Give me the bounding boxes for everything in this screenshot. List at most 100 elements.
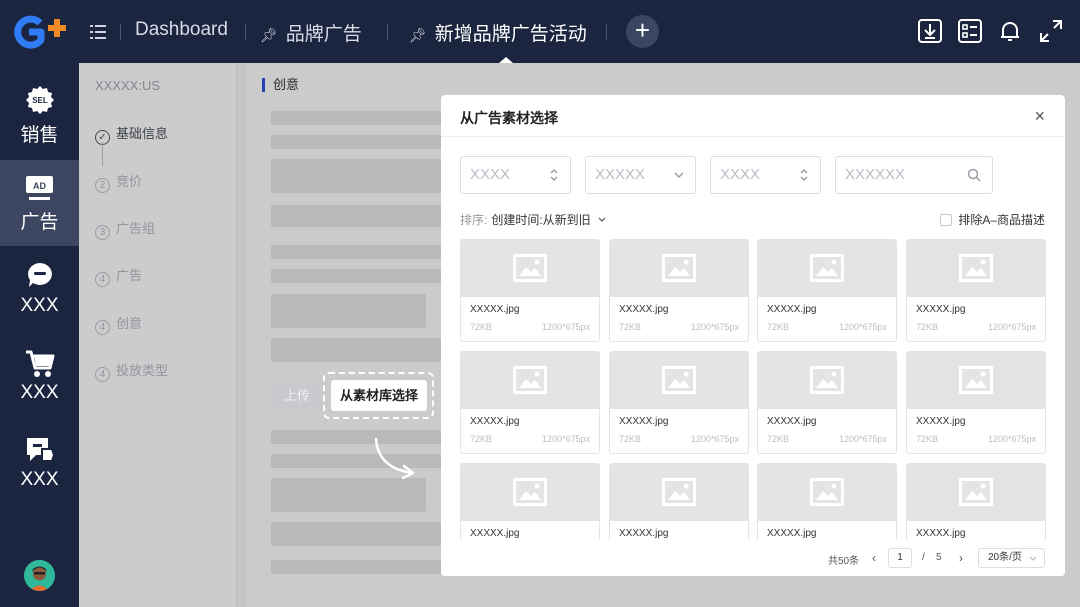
- sidebar-item-xxx-1[interactable]: XXX: [0, 247, 79, 333]
- asset-filename: XXXXX.jpg: [470, 304, 520, 315]
- filter-select-1[interactable]: XXXX: [460, 156, 571, 194]
- download-icon[interactable]: [917, 18, 943, 44]
- asset-dimensions: 1200*675px: [690, 322, 739, 332]
- exclude-label: 排除A–商品描述: [958, 213, 1045, 227]
- image-thumbnail: [758, 240, 896, 297]
- prev-page-button[interactable]: ‹: [872, 551, 876, 565]
- pick-from-library-button[interactable]: 从素材库选择: [331, 380, 427, 411]
- image-placeholder-icon: [959, 478, 993, 506]
- filter-select-2[interactable]: XXXXX: [585, 156, 696, 194]
- sidebar-item-ads[interactable]: AD 广告: [0, 160, 79, 246]
- tab-divider: [606, 24, 607, 40]
- next-page-button[interactable]: ›: [959, 551, 963, 565]
- avatar[interactable]: [24, 560, 55, 591]
- asset-dimensions: 1200*675px: [838, 434, 887, 444]
- image-thumbnail: [907, 464, 1045, 521]
- image-placeholder-icon: [662, 478, 696, 506]
- search-input[interactable]: XXXXXX: [835, 156, 993, 194]
- close-icon[interactable]: ×: [1034, 106, 1045, 127]
- sidebar-item-label: XXX: [20, 382, 59, 403]
- checkbox-box[interactable]: [940, 214, 953, 226]
- image-thumbnail: [758, 464, 896, 521]
- pin-icon: 📌︎: [260, 27, 278, 43]
- page-input[interactable]: 1: [888, 548, 912, 568]
- image-thumbnail: [610, 464, 748, 521]
- asset-card[interactable]: XXXXX.jpg 72KB 1200*675px: [757, 351, 897, 454]
- image-thumbnail: [610, 352, 748, 409]
- sidebar-item-xxx-2[interactable]: XXX: [0, 334, 79, 420]
- asset-filename: XXXXX.jpg: [619, 416, 669, 427]
- asset-picker-modal: 从广告素材选择 × XXXX XXXXX XXXX XXXXXX 排序: 创建时间…: [441, 95, 1065, 576]
- image-placeholder-icon: [959, 366, 993, 394]
- tab-label: Dashboard: [135, 19, 228, 40]
- asset-filename: XXXXX.jpg: [916, 528, 966, 539]
- image-placeholder-icon: [810, 478, 844, 506]
- asset-dimensions: 1200*675px: [541, 434, 590, 444]
- top-bar: Dashboard 📌︎ 品牌广告 📌︎ 新增品牌广告活动 +: [0, 0, 1080, 63]
- tab-divider: [387, 24, 388, 40]
- sort-control[interactable]: 排序: 创建时间:从新到旧: [460, 211, 606, 228]
- asset-filename: XXXXX.jpg: [470, 416, 520, 427]
- curved-arrow-icon: [374, 437, 415, 480]
- app-logo[interactable]: [10, 14, 68, 50]
- add-tab-button[interactable]: +: [626, 15, 659, 48]
- asset-filename: XXXXX.jpg: [767, 528, 817, 539]
- sidebar-item-label: 销售: [20, 125, 59, 146]
- asset-card[interactable]: XXXXX.jpg 72KB 1200*675px: [757, 239, 897, 342]
- filter-placeholder: XXXX: [470, 166, 511, 183]
- tab-new-brand-campaign[interactable]: 📌︎ 新增品牌广告活动: [409, 19, 587, 46]
- bell-icon[interactable]: [997, 18, 1023, 44]
- filter-select-3[interactable]: XXXX: [710, 156, 821, 194]
- sidebar-item-xxx-3[interactable]: XXX: [0, 421, 79, 507]
- menu-toggle-icon[interactable]: [88, 22, 108, 42]
- tab-dashboard[interactable]: Dashboard: [135, 19, 228, 41]
- chevron-down-icon: [674, 172, 684, 179]
- upload-button[interactable]: 上传: [271, 380, 323, 411]
- page-size-label: 20条/页: [988, 552, 1022, 563]
- asset-card[interactable]: XXXXX.jpg 72KB 1200*675px: [906, 351, 1046, 454]
- modal-title: 从广告素材选择: [460, 110, 558, 126]
- asset-filesize: 72KB: [470, 434, 493, 444]
- asset-filesize: 72KB: [916, 322, 939, 332]
- image-thumbnail: [907, 352, 1045, 409]
- search-icon[interactable]: [967, 168, 981, 182]
- image-thumbnail: [758, 352, 896, 409]
- page-slash: /: [922, 552, 925, 563]
- pagination-bar: 共50条 ‹ 1 / 5 › 20条/页: [441, 540, 1065, 576]
- asset-card[interactable]: XXXXX.jpg 72KB 1200*675px: [609, 239, 749, 342]
- asset-dimensions: 1200*675px: [838, 322, 887, 332]
- sort-arrows-icon: [800, 168, 808, 182]
- asset-filesize: 72KB: [619, 322, 642, 332]
- tab-label: 品牌广告: [285, 24, 362, 45]
- asset-dimensions: 1200*675px: [690, 434, 739, 444]
- asset-filesize: 72KB: [619, 434, 642, 444]
- page-size-select[interactable]: 20条/页: [978, 548, 1045, 568]
- asset-card[interactable]: XXXXX.jpg 72KB 1200*675px: [906, 239, 1046, 342]
- tab-label: 新增品牌广告活动: [434, 24, 587, 45]
- tab-brand-ads[interactable]: 📌︎ 品牌广告: [260, 19, 362, 46]
- image-thumbnail: [461, 464, 599, 521]
- sort-label: 排序:: [460, 213, 488, 227]
- asset-card[interactable]: XXXXX.jpg 72KB 1200*675px: [460, 351, 600, 454]
- sidebar-item-sales[interactable]: SEL 销售: [0, 73, 79, 159]
- image-placeholder-icon: [513, 478, 547, 506]
- fullscreen-icon[interactable]: [1038, 18, 1064, 44]
- image-placeholder-icon: [513, 366, 547, 394]
- asset-filesize: 72KB: [916, 434, 939, 444]
- tab-divider: [120, 24, 121, 40]
- list-check-icon[interactable]: [957, 18, 983, 44]
- ad-badge-text: AD: [33, 181, 46, 191]
- image-placeholder-icon: [662, 254, 696, 282]
- asset-card[interactable]: XXXXX.jpg 72KB 1200*675px: [609, 351, 749, 454]
- exclude-checkbox[interactable]: 排除A–商品描述: [940, 211, 1045, 228]
- total-count: 共50条: [828, 556, 860, 567]
- chevron-down-icon: [598, 217, 606, 222]
- total-pages: 5: [936, 552, 942, 563]
- sidebar: SEL 销售 AD 广告 XXX XXX XXX: [0, 63, 79, 607]
- asset-card[interactable]: XXXXX.jpg 72KB 1200*675px: [460, 239, 600, 342]
- asset-filename: XXXXX.jpg: [619, 528, 669, 539]
- sort-arrows-icon: [550, 168, 558, 182]
- image-placeholder-icon: [513, 254, 547, 282]
- asset-dimensions: 1200*675px: [987, 434, 1036, 444]
- search-placeholder: XXXXXX: [845, 166, 906, 183]
